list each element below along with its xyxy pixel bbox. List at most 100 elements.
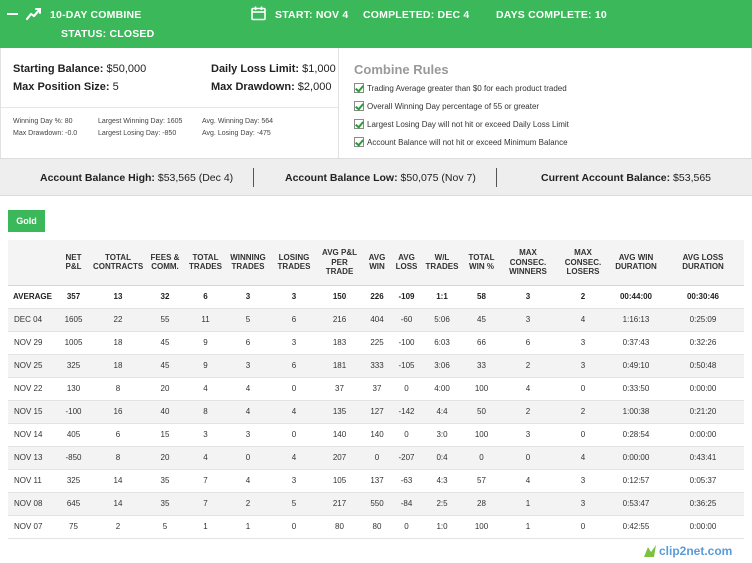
winning-day-pct: Winning Day %: 80 <box>13 118 73 125</box>
row-date-cell: NOV 29 <box>8 331 55 355</box>
table-cell: 0:49:10 <box>610 354 662 378</box>
column-header: WINNING TRADES <box>225 240 271 286</box>
max-position-value: 5 <box>109 81 119 93</box>
column-header: AVG LOSS DURATION <box>662 240 744 286</box>
table-row: NOV 15 -100 16 40 8 4 4 135 127 -142 4:4 50 2 2 1:00:3… <box>8 400 744 424</box>
table-cell: 4 <box>186 446 225 470</box>
table-cell: 0:00:00 <box>610 446 662 470</box>
daily-loss-value: $1,000 <box>299 63 336 75</box>
clip2net-logo-icon <box>644 545 656 557</box>
table-cell: 325 <box>55 469 92 493</box>
column-header: MAX CONSEC. LOSERS <box>556 240 610 286</box>
table-cell: 0:32:26 <box>662 331 744 355</box>
table-cell: 127 <box>362 400 392 424</box>
table-cell: 0 <box>225 446 271 470</box>
table-cell: 9 <box>186 354 225 378</box>
minus-icon[interactable] <box>7 13 18 15</box>
table-cell: 6:03 <box>421 331 463 355</box>
daily-stats-table: NET P&L TOTAL CONTRACTS FEES & COMM. TOTAL … <box>8 240 744 539</box>
row-date-cell: NOV 25 <box>8 354 55 378</box>
table-cell: 75 <box>55 515 92 539</box>
table-cell: 0:42:55 <box>610 515 662 539</box>
table-cell: 45 <box>144 331 186 355</box>
table-cell: -100 <box>392 331 421 355</box>
table-cell: 4 <box>271 400 317 424</box>
table-cell: 3 <box>556 469 610 493</box>
table-cell: 37 <box>362 377 392 401</box>
combine-rules-title: Combine Rules <box>354 62 449 77</box>
column-header: TOTAL TRADES <box>186 240 225 286</box>
table-cell: 4 <box>225 469 271 493</box>
table-cell: 14 <box>92 469 144 493</box>
column-header: MAX CONSEC. WINNERS <box>500 240 556 286</box>
table-cell: 0 <box>362 446 392 470</box>
table-cell: 0:28:54 <box>610 423 662 447</box>
table-cell: 5:06 <box>421 308 463 332</box>
balance-low-value: $50,075 (Nov 7) <box>397 172 476 184</box>
table-cell: 9 <box>186 331 225 355</box>
table-cell: 28 <box>463 492 500 516</box>
table-cell: 18 <box>92 331 144 355</box>
watermark-text: clip2net.com <box>659 544 733 558</box>
table-cell: 3 <box>271 331 317 355</box>
table-cell: 357 <box>55 285 92 309</box>
table-cell: 66 <box>463 331 500 355</box>
table-cell: 1 <box>500 515 556 539</box>
table-cell: 6 <box>500 331 556 355</box>
table-cell: 5 <box>225 308 271 332</box>
table-cell: 32 <box>144 285 186 309</box>
table-cell: -850 <box>55 446 92 470</box>
table-cell: 0 <box>392 377 421 401</box>
table-cell: 0:00:00 <box>662 423 744 447</box>
table-cell: 0:43:41 <box>662 446 744 470</box>
table-cell: 4 <box>500 469 556 493</box>
daily-loss-label: Daily Loss Limit: <box>211 63 300 75</box>
table-cell: 45 <box>463 308 500 332</box>
table-cell: 137 <box>362 469 392 493</box>
product-tab-gold[interactable]: Gold <box>8 210 45 232</box>
table-cell: 100 <box>463 377 500 401</box>
table-cell: 35 <box>144 469 186 493</box>
column-header: AVG WIN <box>362 240 392 286</box>
starting-balance-value: $50,000 <box>103 63 147 75</box>
table-cell: 226 <box>362 285 392 309</box>
table-cell: 3 <box>556 354 610 378</box>
table-row: NOV 07 75 2 5 1 1 0 80 80 0 1:0 100 1 0 0:42:55 0:00:00 <box>8 515 744 539</box>
rule-text: Trading Average greater than $0 for each… <box>367 83 567 93</box>
table-cell: 1 <box>500 492 556 516</box>
current-balance-value: $53,565 <box>670 172 712 184</box>
rule-item: Trading Average greater than $0 for each… <box>354 83 567 93</box>
table-cell: 6 <box>186 285 225 309</box>
starting-balance: Starting Balance: $50,000 <box>13 63 146 75</box>
current-balance-label: Current Account Balance: <box>541 172 671 184</box>
column-header: FEES & COMM. <box>144 240 186 286</box>
rule-item: Overall Winning Day percentage of 55 or … <box>354 101 539 111</box>
table-cell: -142 <box>392 400 421 424</box>
table-cell: 20 <box>144 377 186 401</box>
row-date-cell: NOV 13 <box>8 446 55 470</box>
table-cell: 16 <box>92 400 144 424</box>
row-date-cell: AVERAGE <box>8 285 55 309</box>
table-cell: 0:50:48 <box>662 354 744 378</box>
largest-losing-day: Largest Losing Day: -850 <box>98 130 177 137</box>
rule-item: Largest Losing Day will not hit or excee… <box>354 119 569 129</box>
table-cell: 1:0 <box>421 515 463 539</box>
table-cell: 14 <box>92 492 144 516</box>
table-cell: 3 <box>225 354 271 378</box>
table-row: NOV 22 130 8 20 4 4 0 37 37 0 4:00 100 4 0 0:33:50 0:00… <box>8 377 744 401</box>
table-cell: 15 <box>144 423 186 447</box>
account-balance-high: Account Balance High: $53,565 (Dec 4) <box>40 172 233 184</box>
table-row: NOV 08 645 14 35 7 2 5 217 550 -84 2:5 28 1 3 0:53:47 0… <box>8 492 744 516</box>
table-cell: 0:25:09 <box>662 308 744 332</box>
table-cell: 0 <box>271 377 317 401</box>
table-cell: 3 <box>500 423 556 447</box>
table-cell: 4 <box>500 377 556 401</box>
table-cell: 20 <box>144 446 186 470</box>
table-cell: 58 <box>463 285 500 309</box>
table-cell: 4 <box>225 377 271 401</box>
table-cell: 00:30:46 <box>662 285 744 309</box>
column-header: TOTAL WIN % <box>463 240 500 286</box>
table-cell: 0:12:57 <box>610 469 662 493</box>
table-cell: 3 <box>271 285 317 309</box>
table-cell: 4:4 <box>421 400 463 424</box>
